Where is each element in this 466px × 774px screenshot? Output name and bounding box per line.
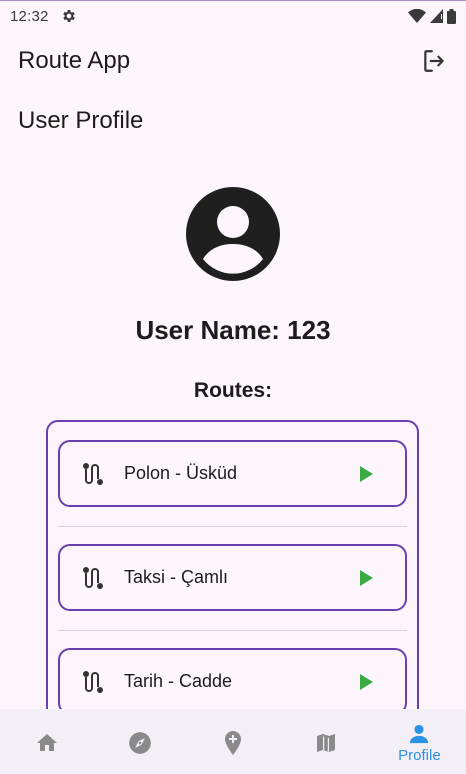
route-icon: [80, 669, 106, 695]
route-icon: [80, 565, 106, 591]
divider: [58, 526, 407, 527]
route-item[interactable]: Polon - Üsküd: [58, 440, 407, 507]
route-label: Tarih - Cadde: [124, 671, 233, 691]
route-icon: [80, 461, 106, 487]
route-item[interactable]: Taksi - Çamlı: [58, 544, 407, 611]
route-label: Taksi - Çamlı: [124, 567, 229, 587]
play-icon[interactable]: [357, 465, 375, 483]
account-circle-icon: [186, 187, 280, 281]
nav-add-location[interactable]: [186, 709, 279, 774]
route-label: Polon - Üsküd: [124, 463, 238, 483]
battery-icon: [447, 8, 456, 24]
nav-profile-label: Profile: [398, 746, 441, 764]
wifi-icon: [408, 9, 426, 23]
routes-list[interactable]: Polon - Üsküd Taksi - Çamlı Tarih - Cadd…: [46, 420, 419, 750]
status-time: 12:32: [10, 7, 49, 25]
compass-icon: [128, 732, 151, 754]
routes-title: Routes:: [193, 379, 273, 402]
nav-home[interactable]: [0, 709, 93, 774]
route-item[interactable]: Tarih - Cadde: [58, 648, 407, 715]
logout-icon: [424, 50, 444, 72]
signal-icon: [430, 9, 443, 23]
status-bar: 12:32: [0, 1, 466, 31]
app-screen: 12:32 Route App User Profile User Name: …: [0, 0, 466, 774]
settings-gear-icon: [61, 8, 77, 24]
logout-button[interactable]: [420, 47, 448, 75]
section-title: User Profile: [18, 107, 144, 134]
user-name: User Name: 123: [135, 315, 331, 345]
status-indicators: [408, 8, 456, 24]
bottom-navigation: Profile: [0, 709, 466, 774]
home-icon: [36, 734, 57, 751]
play-icon[interactable]: [357, 569, 375, 587]
person-icon: [410, 724, 429, 743]
map-icon: [317, 734, 336, 752]
nav-map[interactable]: [280, 709, 373, 774]
add-location-icon: [225, 731, 241, 755]
app-title: Route App: [18, 47, 131, 74]
app-bar: Route App: [0, 39, 466, 83]
play-icon[interactable]: [357, 673, 375, 691]
divider: [58, 630, 407, 631]
nav-explore[interactable]: [93, 709, 186, 774]
nav-profile[interactable]: Profile: [373, 709, 466, 774]
